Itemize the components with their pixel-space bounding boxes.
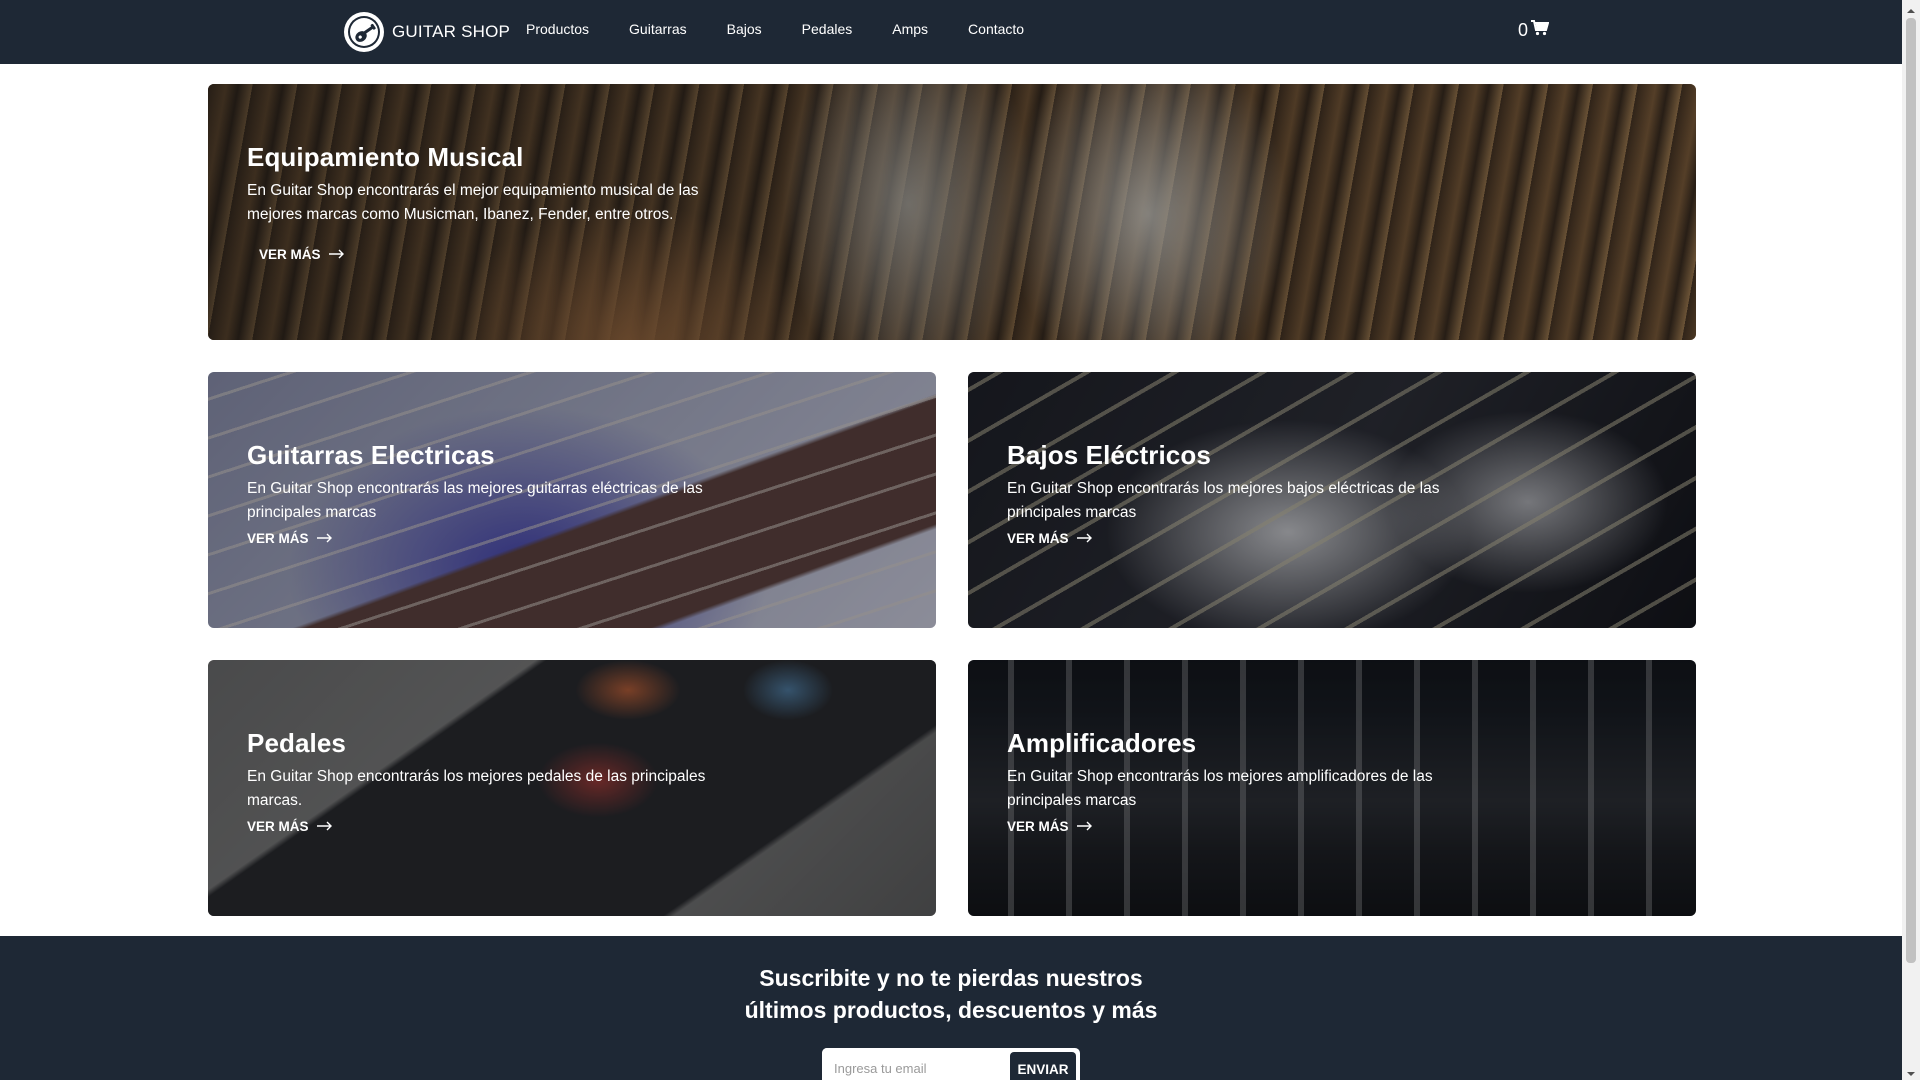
card-guitarras-electricas[interactable]: Guitarras Electricas En Guitar Shop enco… [208, 372, 936, 628]
brand-name: GUITAR SHOP [392, 22, 511, 41]
arrow-right-icon [1076, 531, 1093, 546]
newsletter-title: Suscribite y no te pierdas nuestros últi… [744, 965, 1158, 1023]
card-content: Amplificadores En Guitar Shop encontrará… [1007, 728, 1433, 836]
card-title: Guitarras Electricas [247, 440, 495, 470]
arrow-right-icon [328, 247, 345, 262]
arrow-right-icon [1076, 819, 1093, 834]
send-button[interactable]: ENVIAR [1010, 1052, 1076, 1080]
nav-link-pedales[interactable]: Pedales [802, 21, 853, 37]
newsletter-form: ENVIAR [822, 1048, 1080, 1080]
card-title: Pedales [247, 728, 346, 758]
ver-mas-link[interactable]: VER MÁS [259, 247, 345, 262]
cart-button[interactable]: 0 [1518, 20, 1550, 41]
card-description: En Guitar Shop encontrarás los mejores a… [1007, 768, 1433, 809]
nav-link-contacto[interactable]: Contacto [968, 21, 1024, 37]
card-pedales[interactable]: Pedales En Guitar Shop encontrarás los m… [208, 660, 936, 916]
card-content: Guitarras Electricas En Guitar Shop enco… [247, 440, 703, 548]
card-amplificadores[interactable]: Amplificadores En Guitar Shop encontrará… [968, 660, 1696, 916]
ver-mas-link[interactable]: VER MÁS [1007, 531, 1093, 546]
ver-mas-link[interactable]: VER MÁS [247, 819, 333, 834]
scrollbar-thumb[interactable] [1906, 18, 1916, 963]
navbar: GUITAR SHOP Productos Guitarras Bajos Pe… [0, 0, 1902, 64]
arrow-right-icon [316, 531, 333, 546]
card-content: Pedales En Guitar Shop encontrarás los m… [247, 728, 705, 836]
arrow-right-icon [316, 819, 333, 834]
scroll-down-icon[interactable] [1906, 1066, 1916, 1076]
card-description: En Guitar Shop encontrarás el mejor equi… [247, 182, 699, 223]
card-content: Bajos Eléctricos En Guitar Shop encontra… [1007, 440, 1440, 548]
page-scrollbar[interactable] [1902, 0, 1920, 1080]
card-content: Equipamiento Musical En Guitar Shop enco… [247, 142, 698, 264]
card-bajos-electricos[interactable]: Bajos Eléctricos En Guitar Shop encontra… [968, 372, 1696, 628]
card-description: En Guitar Shop encontrarás los mejores b… [1007, 480, 1440, 521]
card-title: Equipamiento Musical [247, 142, 524, 172]
ver-mas-link[interactable]: VER MÁS [1007, 819, 1093, 834]
nav-link-amps[interactable]: Amps [892, 21, 928, 37]
cart-icon [1531, 20, 1550, 41]
nav-link-productos[interactable]: Productos [526, 21, 589, 37]
card-title: Bajos Eléctricos [1007, 440, 1211, 470]
ver-mas-link[interactable]: VER MÁS [247, 531, 333, 546]
card-description: En Guitar Shop encontrarás los mejores p… [247, 768, 706, 809]
nav-link-bajos[interactable]: Bajos [727, 21, 762, 37]
card-equipamiento-musical[interactable]: Equipamiento Musical En Guitar Shop enco… [208, 84, 1696, 340]
email-input[interactable] [822, 1048, 1010, 1080]
scroll-up-icon[interactable] [1906, 3, 1916, 13]
card-title: Amplificadores [1007, 728, 1197, 758]
nav-link-guitarras[interactable]: Guitarras [629, 21, 687, 37]
guitar-logo-icon [344, 12, 384, 52]
brand-home-link[interactable]: GUITAR SHOP [344, 12, 510, 52]
cart-count: 0 [1518, 20, 1529, 40]
main-nav: Productos Guitarras Bajos Pedales Amps C… [526, 21, 1024, 37]
card-description: En Guitar Shop encontrarás las mejores g… [247, 480, 703, 521]
